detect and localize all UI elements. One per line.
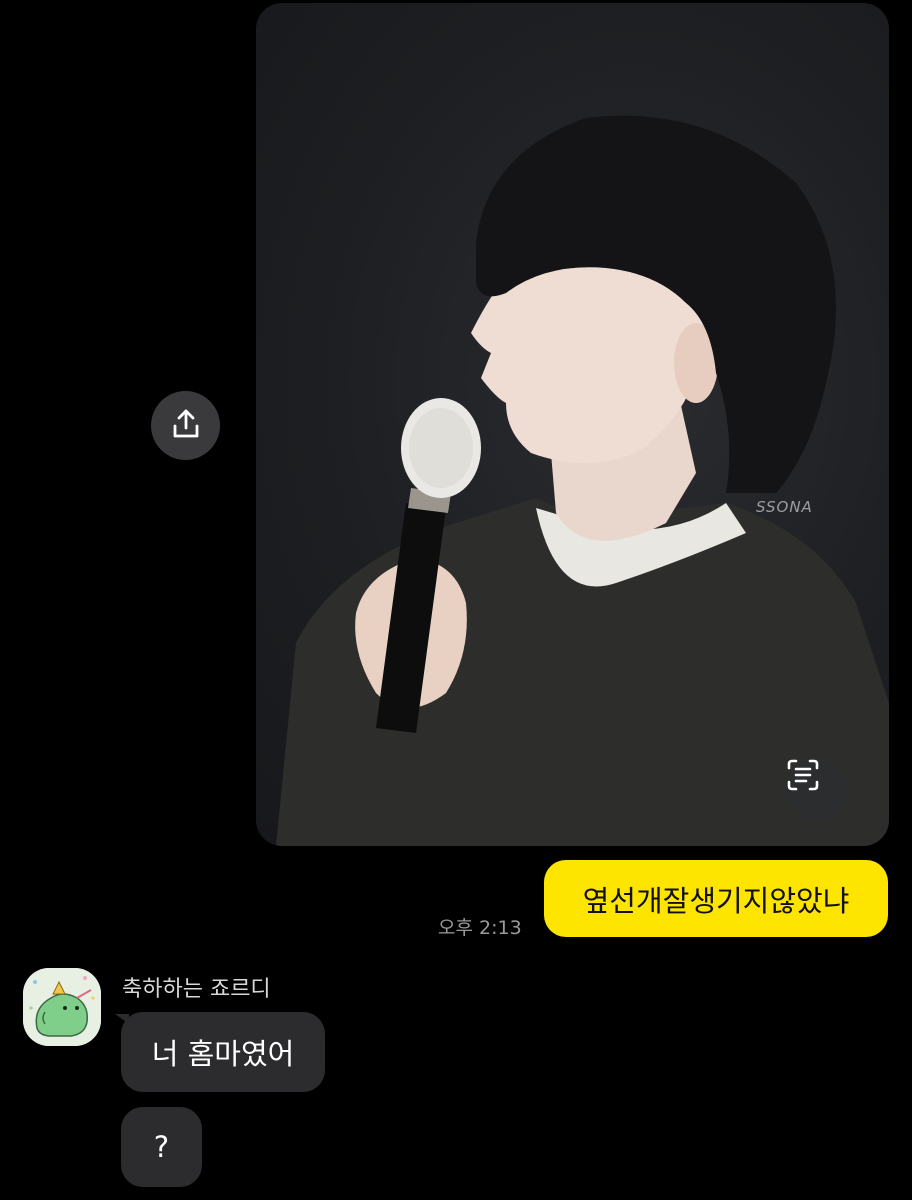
sent-message-bubble[interactable]: 옆선개잘생기지않았냐	[544, 860, 888, 937]
dinosaur-avatar	[23, 968, 101, 1046]
share-button[interactable]	[151, 391, 220, 460]
received-message-text: 너 홈마였어	[151, 1037, 295, 1071]
sent-message-text: 옆선개잘생기지않았냐	[582, 883, 850, 918]
received-message-bubble[interactable]: 너 홈마였어	[121, 1012, 325, 1092]
photo-watermark: SSONA	[756, 498, 813, 516]
sender-avatar[interactable]	[23, 968, 101, 1046]
received-message-bubble[interactable]: ?	[121, 1107, 202, 1187]
message-timestamp: 오후 2:13	[438, 917, 522, 939]
share-icon	[169, 407, 203, 445]
sender-name: 축하하는 죠르디	[122, 977, 271, 1002]
text-scan-button[interactable]	[786, 758, 848, 820]
received-message-text: ?	[153, 1130, 170, 1164]
shared-photo[interactable]: SSONA	[256, 3, 889, 846]
photo-illustration	[276, 115, 889, 846]
